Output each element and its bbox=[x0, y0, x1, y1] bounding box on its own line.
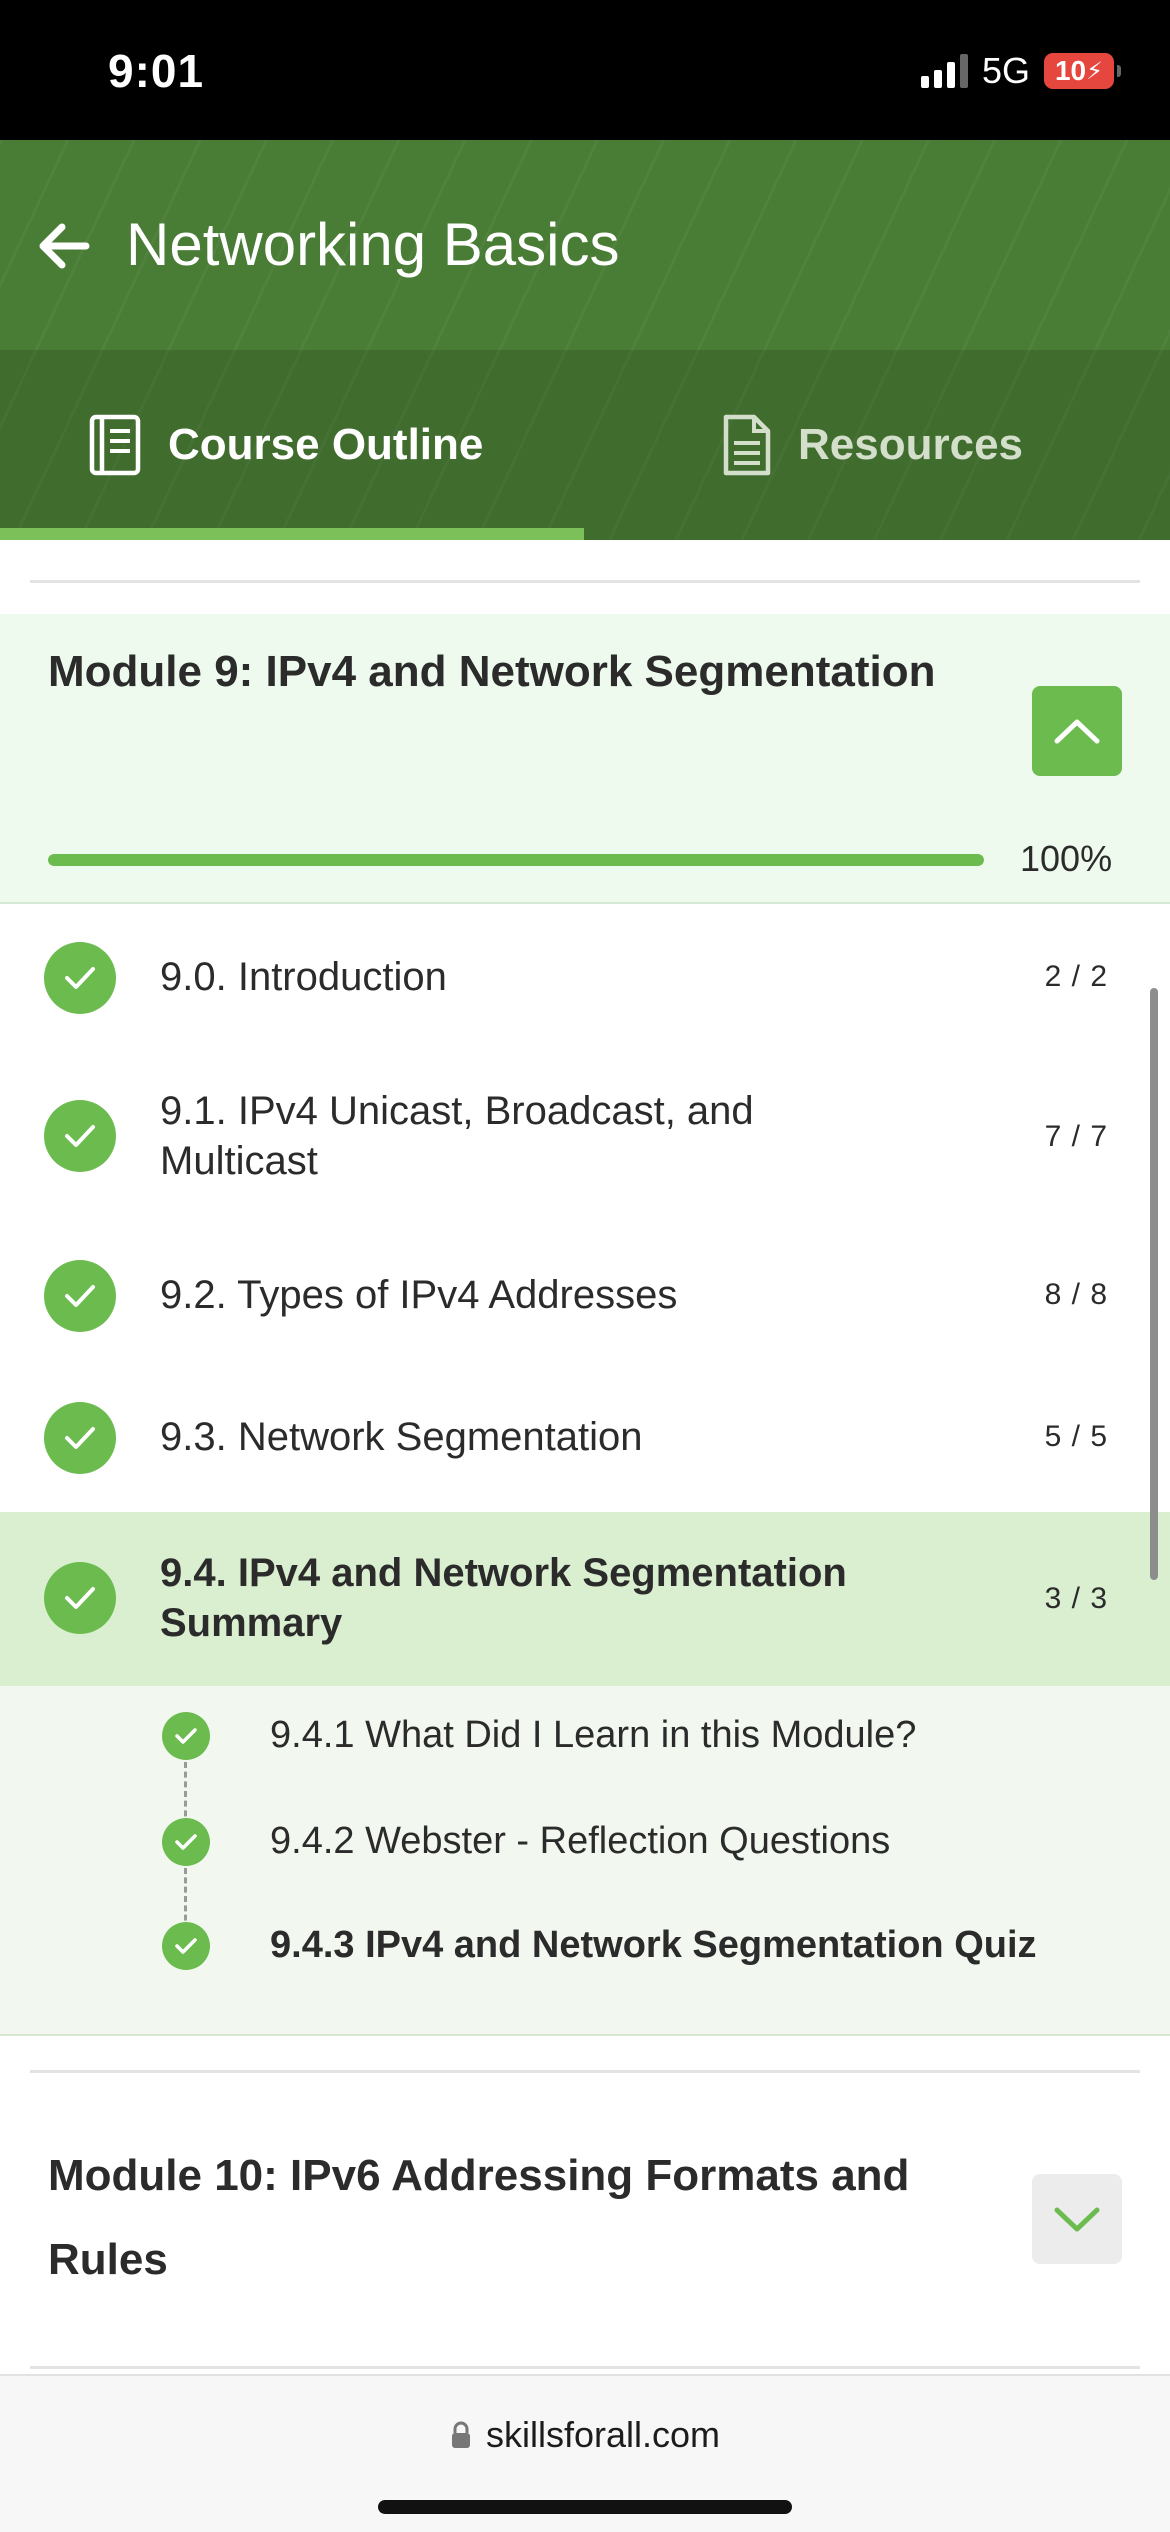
sub-item-label: 9.4.2 Webster - Reflection Questions bbox=[270, 1820, 891, 1862]
divider bbox=[30, 2070, 1140, 2073]
module-10-title: Module 10: IPv6 Addressing Formats and R… bbox=[48, 2151, 910, 2284]
lesson-item[interactable]: 9.3. Network Segmentation 5 / 5 bbox=[0, 1366, 1170, 1512]
module-progress-bar bbox=[48, 854, 984, 866]
module-progress-fill bbox=[48, 854, 984, 866]
check-icon bbox=[44, 1260, 116, 1332]
lock-icon bbox=[451, 2421, 470, 2448]
document-icon bbox=[723, 414, 771, 476]
sub-item[interactable]: 9.4.1 What Did I Learn in this Module? bbox=[0, 1696, 1170, 1776]
lesson-item[interactable]: 9.2. Types of IPv4 Addresses 8 / 8 bbox=[0, 1224, 1170, 1366]
sub-item-label: 9.4.3 IPv4 and Network Segmentation Quiz bbox=[270, 1924, 1037, 1966]
browser-bar: skillsforall.com bbox=[0, 2374, 1170, 2532]
chevron-down-icon bbox=[1054, 2207, 1100, 2232]
chevron-up-icon bbox=[1054, 719, 1100, 744]
status-bar: 9:01 5G 10 ⚡ bbox=[0, 0, 1170, 140]
lesson-count: 2 / 2 bbox=[1044, 960, 1108, 993]
battery-icon: 10 ⚡ bbox=[1044, 53, 1121, 89]
check-icon bbox=[162, 1712, 210, 1760]
check-icon bbox=[162, 1922, 210, 1970]
active-tab-indicator bbox=[0, 528, 584, 540]
lesson-count: 3 / 3 bbox=[1044, 1582, 1108, 1615]
check-icon bbox=[44, 1100, 116, 1172]
lesson-count: 7 / 7 bbox=[1044, 1120, 1108, 1153]
tab-bar: Course Outline Resources bbox=[0, 350, 1170, 540]
check-icon bbox=[162, 1818, 210, 1866]
expand-button[interactable] bbox=[1032, 2174, 1122, 2264]
module-10-header[interactable]: Module 10: IPv6 Addressing Formats and R… bbox=[0, 2074, 1170, 2364]
lesson-label: 9.0. Introduction bbox=[160, 955, 447, 999]
home-indicator bbox=[378, 2500, 792, 2514]
sub-item-label: 9.4.1 What Did I Learn in this Module? bbox=[270, 1714, 917, 1756]
sub-item[interactable]: 9.4.2 Webster - Reflection Questions bbox=[0, 1802, 1170, 1882]
lesson-label: 9.3. Network Segmentation bbox=[160, 1415, 643, 1459]
lesson-item[interactable]: 9.0. Introduction 2 / 2 bbox=[0, 906, 1170, 1048]
signal-icon bbox=[920, 54, 968, 88]
sub-item-list: 9.4.1 What Did I Learn in this Module? 9… bbox=[0, 1686, 1170, 2036]
page-title: Networking Basics bbox=[126, 211, 620, 278]
scrollbar[interactable] bbox=[1150, 988, 1158, 1580]
status-time: 9:01 bbox=[108, 45, 205, 97]
back-button[interactable] bbox=[34, 216, 94, 276]
course-header: Networking Basics Course Outline Resourc… bbox=[0, 140, 1170, 540]
check-icon bbox=[44, 1562, 116, 1634]
battery-level: 10 bbox=[1054, 55, 1087, 86]
status-indicators: 5G 10 ⚡ bbox=[920, 50, 1121, 92]
divider bbox=[30, 2366, 1140, 2369]
title-row: Networking Basics bbox=[0, 140, 1170, 350]
module-9-header[interactable]: Module 9: IPv4 and Network Segmentation … bbox=[0, 614, 1170, 904]
lesson-item-active[interactable]: 9.4. IPv4 and Network Segmentation Summa… bbox=[0, 1512, 1170, 1686]
book-icon bbox=[89, 414, 141, 476]
tab-course-outline-label: Course Outline bbox=[168, 420, 484, 469]
divider bbox=[30, 580, 1140, 583]
lesson-label: 9.2. Types of IPv4 Addresses bbox=[160, 1273, 678, 1317]
lesson-count: 5 / 5 bbox=[1044, 1420, 1108, 1453]
lesson-item[interactable]: 9.1. IPv4 Unicast, Broadcast, and Multic… bbox=[0, 1048, 1170, 1224]
lesson-label: 9.4. IPv4 and Network Segmentation Summa… bbox=[160, 1551, 847, 1645]
check-icon bbox=[44, 942, 116, 1014]
check-icon bbox=[44, 1402, 116, 1474]
tab-course-outline[interactable]: Course Outline bbox=[88, 350, 483, 540]
module-9-title: Module 9: IPv4 and Network Segmentation bbox=[48, 647, 936, 696]
url-text: skillsforall.com bbox=[485, 2414, 721, 2455]
collapse-button[interactable] bbox=[1032, 686, 1122, 776]
tab-resources-label: Resources bbox=[798, 420, 1024, 469]
sub-item-current[interactable]: 9.4.3 IPv4 and Network Segmentation Quiz bbox=[0, 1906, 1170, 1986]
lesson-label: 9.1. IPv4 Unicast, Broadcast, and Multic… bbox=[160, 1089, 754, 1183]
module-progress-label: 100% bbox=[1020, 838, 1113, 879]
arrow-left-icon bbox=[39, 223, 90, 269]
lesson-count: 8 / 8 bbox=[1044, 1278, 1108, 1311]
tab-resources[interactable]: Resources bbox=[722, 350, 1023, 540]
url-bar[interactable]: skillsforall.com bbox=[0, 2414, 1170, 2456]
network-type: 5G bbox=[981, 50, 1030, 91]
